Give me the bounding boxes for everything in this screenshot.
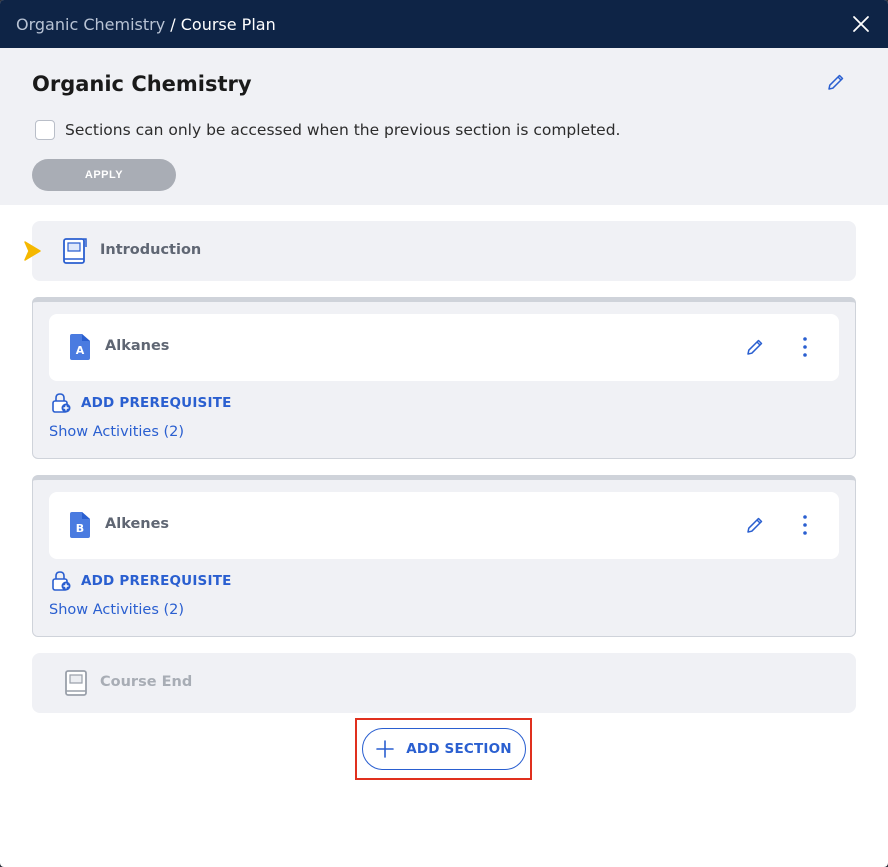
modal-titlebar: Organic Chemistry / Course Plan	[0, 0, 888, 48]
section-header[interactable]: B Alkenes	[49, 492, 839, 559]
course-end-label: Course End	[100, 674, 193, 690]
add-prerequisite-label: ADD PREREQUISITE	[81, 395, 232, 411]
pencil-icon[interactable]	[745, 515, 765, 535]
add-section-label: ADD SECTION	[406, 741, 512, 757]
add-prerequisite-button[interactable]: ADD PREREQUISITE	[51, 392, 232, 414]
apply-button[interactable]: APPLY	[32, 159, 176, 191]
add-prerequisite-label: ADD PREREQUISITE	[81, 573, 232, 589]
section-title: Alkanes	[105, 338, 170, 354]
show-activities-link[interactable]: Show Activities (2)	[49, 602, 184, 618]
lock-plus-icon	[52, 571, 71, 591]
more-vertical-icon[interactable]	[801, 336, 809, 358]
section-letter: B	[76, 522, 84, 535]
section-book-icon: A	[70, 334, 90, 360]
sequential-access-label: Sections can only be accessed when the p…	[65, 121, 621, 139]
intro-card[interactable]: Introduction	[24, 221, 856, 281]
lock-plus-icon	[52, 393, 71, 413]
add-section-button[interactable]: ADD SECTION	[362, 728, 526, 770]
book-icon	[65, 670, 87, 696]
section-card: B Alkenes ADD PREREQUISITE Show Activiti…	[32, 475, 856, 637]
add-prerequisite-button[interactable]: ADD PREREQUISITE	[51, 570, 232, 592]
breadcrumb: Organic Chemistry / Course Plan	[16, 15, 276, 34]
intro-label: Introduction	[100, 242, 202, 258]
more-vertical-icon[interactable]	[801, 514, 809, 536]
section-card: A Alkanes ADD PREREQUISITE Show Activiti…	[32, 297, 856, 459]
section-book-icon: B	[70, 512, 90, 538]
course-title: Organic Chemistry	[32, 72, 252, 96]
breadcrumb-parent[interactable]: Organic Chemistry	[16, 15, 165, 34]
section-letter: A	[76, 344, 85, 357]
course-end-card[interactable]: Course End	[32, 653, 856, 713]
section-header[interactable]: A Alkanes	[49, 314, 839, 381]
close-icon[interactable]	[852, 15, 870, 33]
section-title: Alkenes	[105, 516, 170, 532]
book-icon	[63, 238, 87, 264]
breadcrumb-current: Course Plan	[180, 14, 276, 34]
pencil-icon[interactable]	[826, 72, 846, 92]
course-plan-modal: Organic Chemistry / Course Plan Organic …	[0, 0, 888, 867]
plus-icon	[376, 740, 394, 758]
sequential-access-row: Sections can only be accessed when the p…	[35, 120, 620, 140]
course-header: Organic Chemistry Sections can only be a…	[0, 48, 888, 205]
sequential-access-checkbox[interactable]	[35, 120, 55, 140]
show-activities-link[interactable]: Show Activities (2)	[49, 424, 184, 440]
current-position-arrow-icon	[24, 241, 41, 261]
breadcrumb-separator: /	[165, 14, 181, 34]
pencil-icon[interactable]	[745, 337, 765, 357]
